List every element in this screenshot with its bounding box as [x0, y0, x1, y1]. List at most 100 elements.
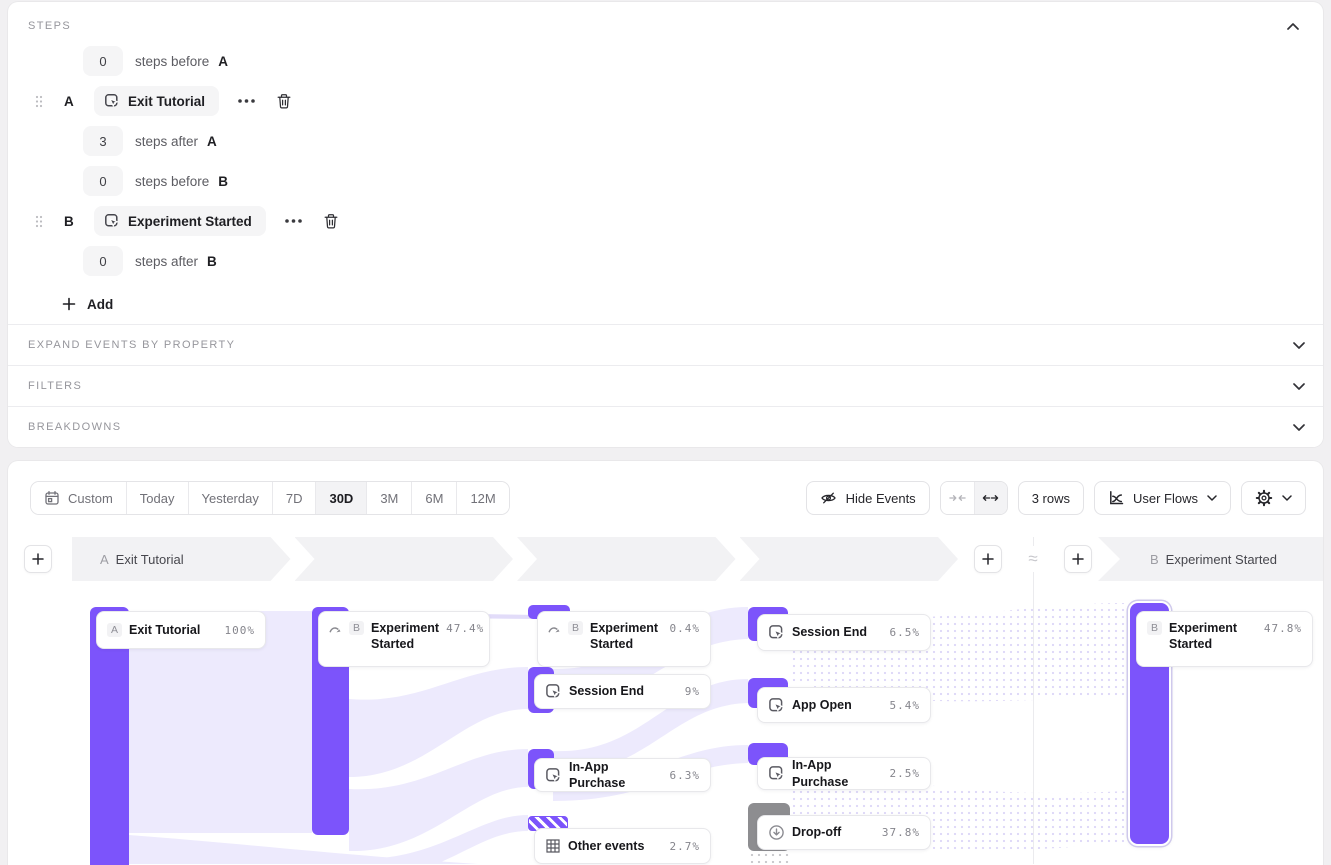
step-a-event-name: Exit Tutorial: [128, 94, 205, 109]
flow-node-percent: 47.4%: [446, 622, 484, 635]
column-header-step-a[interactable]: A Exit Tutorial: [72, 537, 291, 581]
step-b-event-chip[interactable]: Experiment Started: [94, 206, 266, 236]
steps-before-a-label: steps before: [135, 54, 209, 69]
flow-node-percent: 100%: [225, 624, 256, 637]
steps-before-b-row: 0 steps before B: [83, 166, 1303, 196]
step-b-menu-button[interactable]: [280, 214, 307, 228]
flow-node-percent: 2.7%: [670, 840, 701, 853]
flows-report-card: Custom Today Yesterday 7D 30D 3M 6M 12M …: [8, 461, 1323, 865]
flow-column-headers: A Exit Tutorial: [72, 537, 958, 581]
column-a-name: Exit Tutorial: [116, 552, 184, 567]
user-flows-chart: A Exit Tutorial ≈ B Experiment Started: [8, 461, 1323, 864]
column-header-step-b[interactable]: B Experiment Started: [1098, 537, 1323, 581]
step-a-delete-button[interactable]: [272, 89, 296, 114]
flow-node-percent: 47.8%: [1264, 622, 1302, 635]
steps-after-a-label: steps after: [135, 134, 198, 149]
steps-after-b-input[interactable]: 0: [83, 246, 123, 276]
step-a-letter: A: [64, 94, 78, 109]
drop-off-icon: [768, 824, 785, 841]
step-a-menu-button[interactable]: [233, 94, 260, 108]
flow-node-experiment-started-478[interactable]: B Experiment Started 47.8%: [1136, 611, 1313, 667]
flow-node-exit-tutorial[interactable]: A Exit Tutorial 100%: [96, 611, 266, 649]
steps-after-b-ref: B: [207, 254, 217, 269]
grid-icon: [545, 838, 561, 854]
flow-node-session-end-9[interactable]: Session End 9%: [534, 674, 711, 709]
accordion-expand-events[interactable]: EXPAND EVENTS BY PROPERTY: [8, 324, 1323, 365]
plus-icon: [982, 553, 994, 565]
flow-node-experiment-started-47[interactable]: B Experiment Started 47.4%: [318, 611, 490, 667]
flow-node-name: Session End: [792, 624, 867, 640]
jump-arrow-icon: [548, 623, 561, 635]
flow-node-app-open[interactable]: App Open 5.4%: [757, 687, 931, 723]
accordion-breakdowns-label: BREAKDOWNS: [28, 421, 121, 433]
add-step-label: Add: [87, 297, 113, 312]
flow-node-other-events[interactable]: Other events 2.7%: [534, 828, 711, 864]
steps-collapse-button[interactable]: [1283, 19, 1303, 34]
step-badge: B: [349, 621, 364, 635]
flow-node-name: In-App Purchase: [569, 759, 663, 792]
accordion-breakdowns[interactable]: BREAKDOWNS: [8, 406, 1323, 447]
chevron-down-icon: [1293, 342, 1305, 349]
flow-node-drop-off[interactable]: Drop-off 37.8%: [757, 815, 931, 850]
add-column-middle-button[interactable]: [974, 545, 1002, 573]
flow-node-name: Session End: [569, 683, 644, 699]
step-b-event-name: Experiment Started: [128, 214, 252, 229]
approx-break-divider: [1033, 537, 1034, 864]
step-b-letter: B: [64, 214, 78, 229]
event-icon: [768, 765, 785, 782]
steps-before-b-ref: B: [218, 174, 228, 189]
flow-node-in-app-purchase-25[interactable]: In-App Purchase 2.5%: [757, 757, 931, 790]
jump-arrow-icon: [329, 623, 342, 635]
steps-before-a-input[interactable]: 0: [83, 46, 123, 76]
steps-after-a-input[interactable]: 3: [83, 126, 123, 156]
approx-break-symbol: ≈: [1019, 546, 1047, 572]
steps-title: STEPS: [28, 20, 71, 32]
accordion-filters[interactable]: FILTERS: [8, 365, 1323, 406]
steps-after-b-row: 0 steps after B: [83, 246, 1303, 276]
column-b-letter: B: [1150, 552, 1159, 567]
steps-after-b-label: steps after: [135, 254, 198, 269]
flow-node-name: Experiment Started: [371, 620, 439, 653]
trash-icon: [323, 213, 339, 230]
event-icon: [545, 767, 562, 784]
event-icon: [768, 697, 785, 714]
step-b-delete-button[interactable]: [319, 209, 343, 234]
steps-before-b-input[interactable]: 0: [83, 166, 123, 196]
steps-before-a-ref: A: [218, 54, 228, 69]
column-a-letter: A: [100, 552, 109, 567]
accordion-expand-events-label: EXPAND EVENTS BY PROPERTY: [28, 339, 235, 351]
step-a-row: A Exit Tutorial: [32, 86, 1303, 116]
column-header-4[interactable]: [740, 537, 959, 581]
add-column-left-button[interactable]: [24, 545, 52, 573]
flow-node-experiment-started-04[interactable]: B Experiment Started 0.4%: [537, 611, 711, 667]
add-step-button[interactable]: Add: [62, 292, 113, 316]
flow-node-session-end-65[interactable]: Session End 6.5%: [757, 614, 931, 651]
trash-icon: [276, 93, 292, 110]
step-badge: A: [107, 623, 122, 637]
drag-handle-icon[interactable]: [32, 95, 46, 108]
step-a-event-chip[interactable]: Exit Tutorial: [94, 86, 219, 116]
flow-node-percent: 5.4%: [890, 699, 921, 712]
add-column-right-button[interactable]: [1064, 545, 1092, 573]
column-header-3[interactable]: [517, 537, 736, 581]
steps-after-a-row: 3 steps after A: [83, 126, 1303, 156]
event-icon: [768, 624, 785, 641]
kebab-icon: [284, 218, 303, 224]
step-badge: B: [568, 621, 583, 635]
chevron-down-icon: [1293, 383, 1305, 390]
steps-before-a-row: 0 steps before A: [83, 46, 1303, 76]
flow-node-percent: 2.5%: [890, 767, 921, 780]
step-badge: B: [1147, 621, 1162, 635]
flow-node-percent: 6.3%: [670, 769, 701, 782]
kebab-icon: [237, 98, 256, 104]
flow-node-percent: 6.5%: [890, 626, 921, 639]
drag-handle-icon[interactable]: [32, 215, 46, 228]
flow-node-name: App Open: [792, 697, 852, 713]
flow-node-name: Drop-off: [792, 824, 841, 840]
flow-node-in-app-purchase-63[interactable]: In-App Purchase 6.3%: [534, 758, 711, 792]
column-header-2[interactable]: [295, 537, 514, 581]
event-icon: [104, 213, 120, 229]
flow-node-name: In-App Purchase: [792, 757, 883, 790]
event-icon: [104, 93, 120, 109]
flow-node-percent: 9%: [685, 685, 700, 698]
